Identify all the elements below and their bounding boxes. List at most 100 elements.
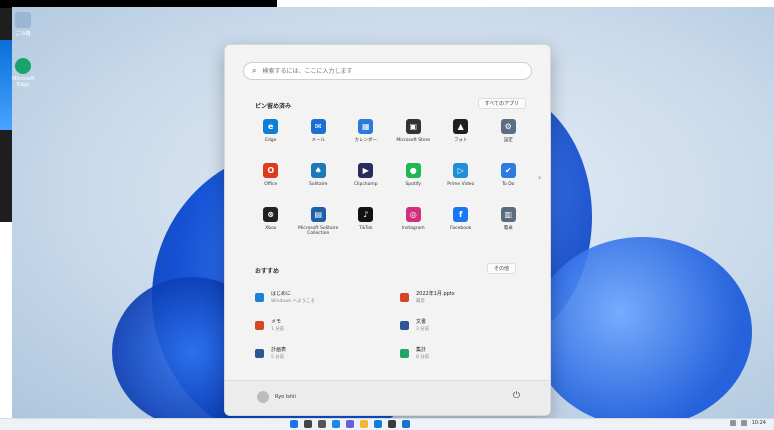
recommended-item-time: 5 分前	[271, 355, 285, 360]
pinned-app-label: TikTok	[358, 226, 373, 231]
recommended-item-name: 2022年1月.pptx	[416, 291, 455, 297]
pinned-app[interactable]: ⚙ 設定	[485, 119, 533, 163]
pinned-app[interactable]: f Facebook	[437, 207, 485, 251]
all-apps-button[interactable]: すべてのアプリ	[477, 98, 526, 109]
widgets-icon[interactable]	[332, 420, 340, 428]
network-icon[interactable]	[729, 420, 736, 426]
recommended-item[interactable]: 集計 8 分前	[400, 339, 535, 367]
recommended-item-name: はじめに	[271, 291, 292, 297]
pinned-app[interactable]: O Office	[247, 163, 295, 207]
pinned-app-label: Spotify	[405, 182, 422, 187]
pinned-app[interactable]: ♪ TikTok	[342, 207, 390, 251]
store-icon: ▣	[405, 119, 421, 134]
photos-icon: ▲	[453, 119, 469, 134]
recommended-item[interactable]: 文書 3 分前	[400, 311, 535, 339]
pinned-app[interactable]: e Edge	[247, 119, 295, 163]
pinned-app[interactable]: ▦ カレンダー	[342, 119, 390, 163]
wallpaper-bloom	[532, 237, 752, 420]
desktop-icon-recycle-bin[interactable]: ごみ箱	[12, 12, 34, 37]
recommended-item-time: 8 分前	[416, 355, 430, 360]
clock[interactable]: 10:24	[752, 420, 766, 426]
desktop-icon-label: ごみ箱	[15, 31, 31, 37]
recommended-item-name: 文書	[416, 319, 427, 325]
recommended-item[interactable]: はじめに Windows へようこそ	[255, 283, 400, 311]
store-taskbar-icon[interactable]	[388, 420, 396, 428]
volume-icon[interactable]	[740, 420, 747, 426]
tiktok-icon: ♪	[358, 207, 374, 222]
plan-file-icon	[255, 348, 264, 358]
pinned-apps-grid: e Edge ✉ メール ▦ カレンダー ▣ Microsoft Store ▲ フォト ⚙ 設定 O O…	[247, 119, 532, 251]
desktop-icon-edge[interactable]: Microsoft Edge	[12, 58, 35, 88]
explorer-icon[interactable]	[360, 420, 368, 428]
xbox-icon: ⊗	[263, 207, 279, 222]
start-footer: Ryo Ishii ⏻	[225, 380, 550, 415]
pinned-app-label: To Do	[502, 182, 515, 187]
pinned-app-label: Xbox	[265, 226, 277, 231]
recommended-title: おすすめ	[255, 268, 280, 275]
edge-desktop-icon	[15, 58, 31, 74]
desktop-icon-label: Microsoft Edge	[12, 76, 35, 88]
note-file-icon	[255, 320, 264, 330]
pinned-app-label: Instagram	[401, 226, 425, 231]
power-icon[interactable]: ⏻	[513, 391, 520, 401]
more-button[interactable]: その他	[486, 263, 516, 274]
pptx-file-icon	[400, 292, 409, 302]
pinned-app-label: Office	[264, 182, 278, 187]
recommended-item-name: 計画表	[271, 347, 287, 353]
recommended-item-time: 3 分前	[416, 327, 430, 332]
pinned-app[interactable]: ▷ Prime Video	[437, 163, 485, 207]
prime-video-icon: ▷	[453, 163, 469, 178]
chat-icon[interactable]	[346, 420, 354, 428]
pinned-app[interactable]: ▣ Microsoft Store	[390, 119, 438, 163]
pinned-app-label: カレンダー	[354, 138, 378, 143]
mail-taskbar-icon[interactable]	[402, 420, 410, 428]
pinned-app[interactable]: ⊗ Xbox	[247, 207, 295, 251]
task-view-icon[interactable]	[318, 420, 326, 428]
instagram-icon: ◎	[405, 207, 421, 222]
recommended-item[interactable]: メモ 1 分前	[255, 311, 400, 339]
pinned-app[interactable]: ✔ To Do	[485, 163, 533, 207]
solitaire-collection-icon: ▤	[310, 207, 326, 222]
pinned-app[interactable]: ▥ 電卓	[485, 207, 533, 251]
search-input[interactable]	[260, 66, 505, 76]
clipchamp-icon: ▶	[358, 163, 374, 178]
pinned-title: ピン留め済み	[255, 103, 292, 110]
pinned-app[interactable]: ✉ メール	[295, 119, 343, 163]
pinned-app[interactable]: ♠ Solitaire	[295, 163, 343, 207]
office-icon: O	[263, 163, 279, 178]
pinned-app[interactable]: ▶ Clipchamp	[342, 163, 390, 207]
doc-file-icon	[400, 320, 409, 330]
pinned-app[interactable]: ● Spotify	[390, 163, 438, 207]
chevron-right-icon[interactable]: ›	[538, 173, 541, 182]
sheet-file-icon	[400, 348, 409, 358]
get-started-icon	[255, 292, 264, 302]
recommended-item[interactable]: 2022年1月.pptx 最近	[400, 283, 535, 311]
pinned-app[interactable]: ▲ フォト	[437, 119, 485, 163]
pinned-app-label: Prime Video	[447, 182, 475, 187]
start-search-box[interactable]: ⌕	[243, 62, 532, 80]
user-account-button[interactable]: Ryo Ishii	[257, 391, 296, 403]
taskbar-icons	[290, 420, 410, 428]
pinned-app[interactable]: ◎ Instagram	[390, 207, 438, 251]
start-icon[interactable]	[290, 420, 298, 428]
pinned-app-label: フォト	[454, 138, 468, 143]
avatar	[257, 391, 269, 403]
recommended-list: はじめに Windows へようこそ 2022年1月.pptx 最近メモ 1 分前 文書 3…	[255, 283, 535, 367]
start-menu: ⌕ ピン留め済み すべてのアプリ e Edge ✉ メール ▦ カレンダー ▣ Microso…	[224, 44, 551, 416]
search-icon: ⌕	[252, 66, 257, 75]
solitaire-icon: ♠	[310, 163, 326, 178]
pinned-app[interactable]: ▤ Microsoft Solitaire Collection	[295, 207, 343, 251]
pinned-app-label: Clipchamp	[353, 182, 378, 187]
recommended-item-name: 集計	[416, 347, 427, 353]
search-icon[interactable]	[304, 420, 312, 428]
edge-icon: e	[263, 119, 279, 134]
pinned-app-label: Edge	[265, 138, 277, 143]
pinned-app-label: Facebook	[450, 226, 472, 231]
recommended-item-time: 最近	[416, 299, 425, 304]
user-name: Ryo Ishii	[275, 394, 296, 400]
edge-taskbar-icon[interactable]	[374, 420, 382, 428]
pinned-app-label: Microsoft Store	[396, 138, 431, 143]
todo-icon: ✔	[500, 163, 516, 178]
mail-icon: ✉	[310, 119, 326, 134]
recommended-item[interactable]: 計画表 5 分前	[255, 339, 400, 367]
